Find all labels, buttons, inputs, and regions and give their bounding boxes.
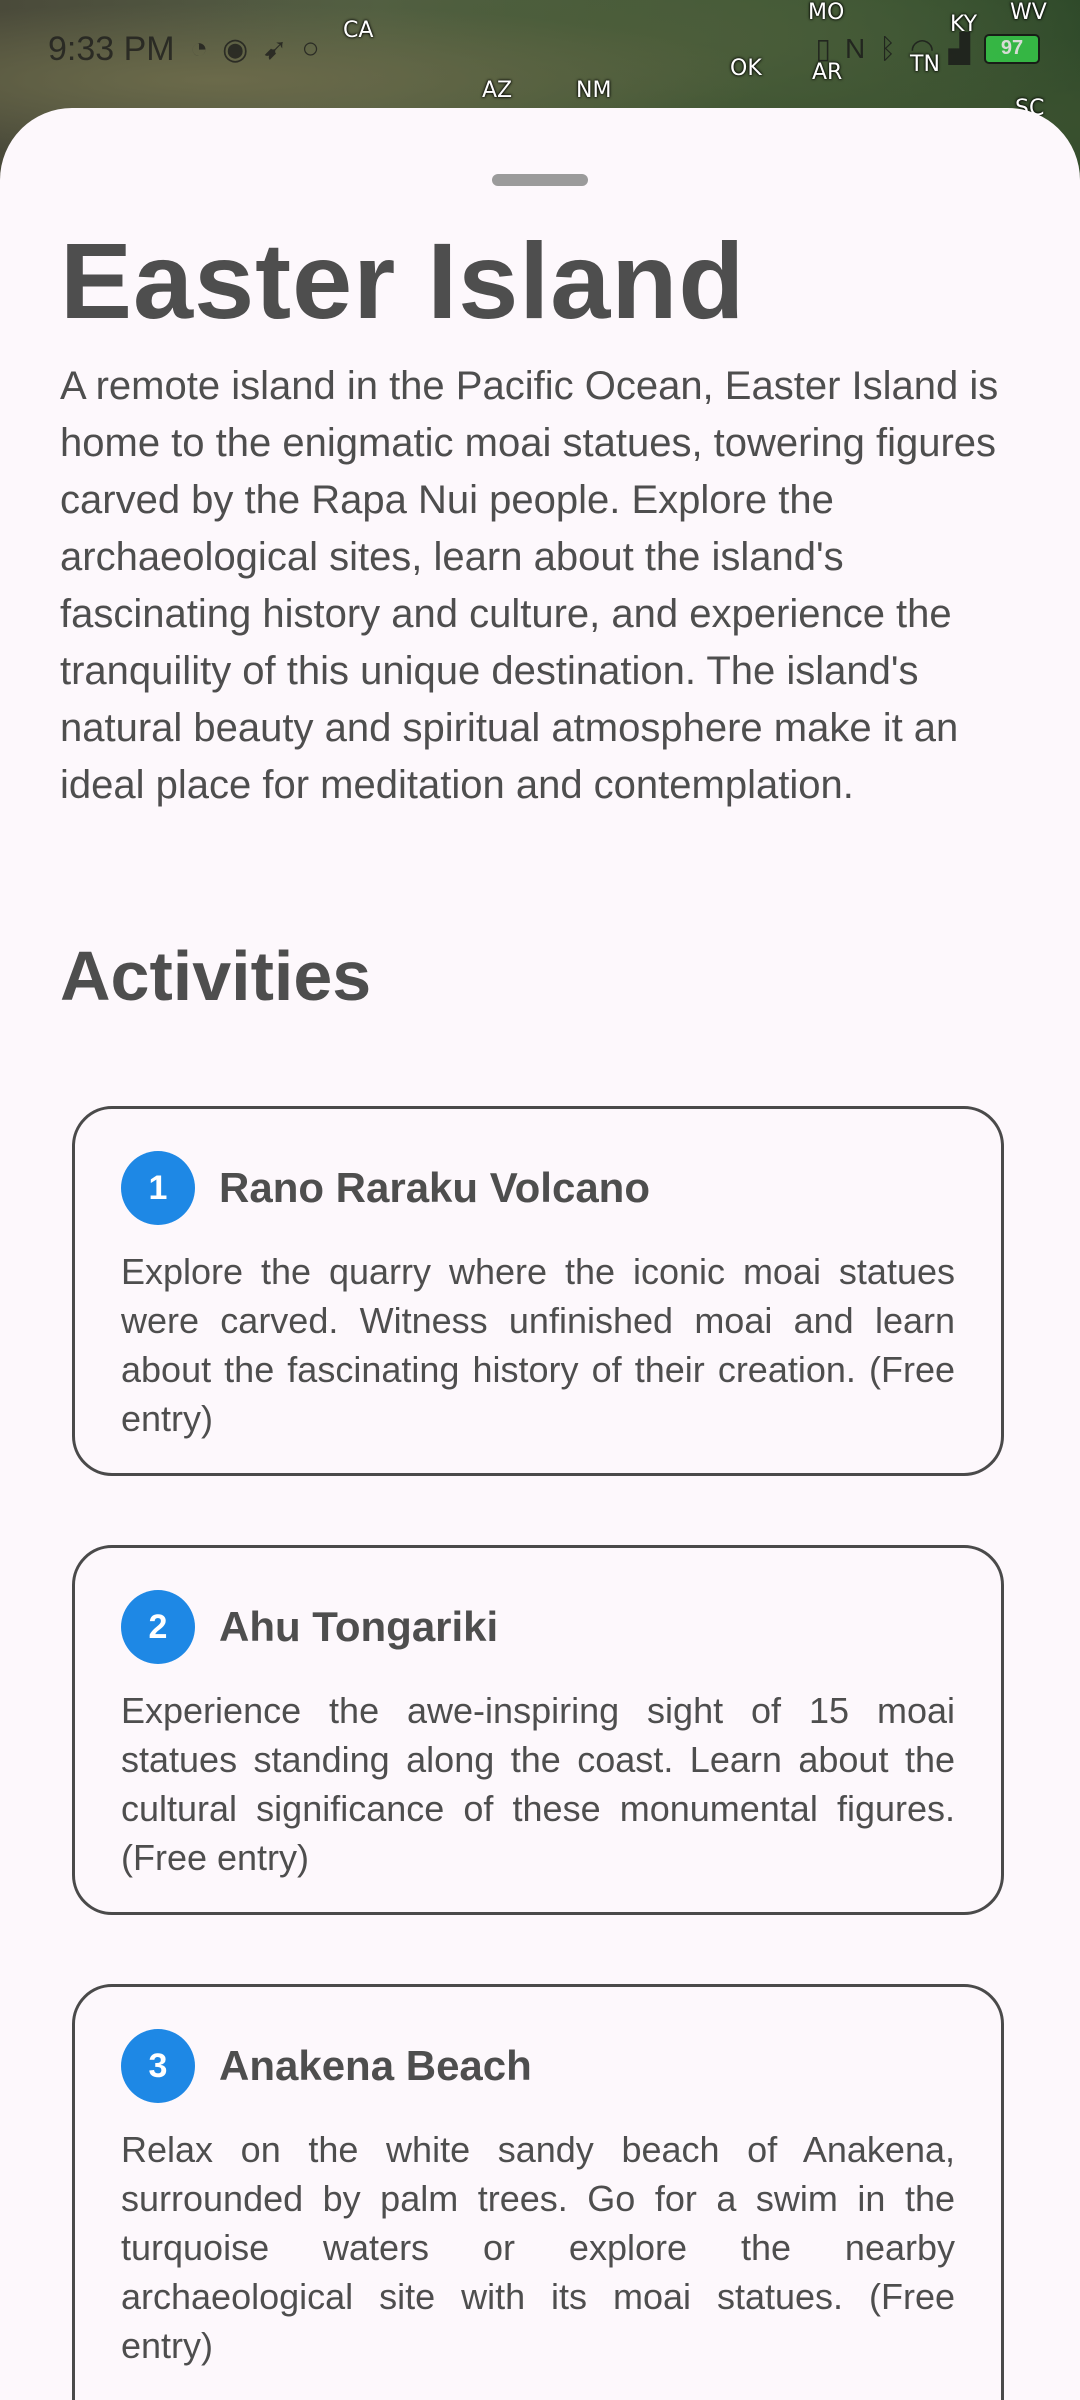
navigation-icon: ➹ [262,33,288,66]
activity-title: Rano Raraku Volcano [219,1164,650,1211]
activity-number-badge: 2 [121,1590,195,1664]
circle-notification-icon: ○ [301,32,320,65]
bluetooth-icon: ᛒ [879,32,897,64]
status-bar: 9:33 PM ◔ ◉ ➹ ○ ▯ N ᛒ ◠ ▟ 97 [0,0,1080,100]
activity-card[interactable]: 3 Anakena Beach Relax on the white sandy… [72,1984,1004,2400]
activity-card-header: 3 Anakena Beach [121,2029,955,2103]
nfc-icon: N [844,32,866,64]
signal-icon: ▟ [948,33,970,64]
activity-number-badge: 3 [121,2029,195,2103]
activity-title: Ahu Tongariki [219,1603,499,1650]
activity-description: Relax on the white sandy beach of Anaken… [121,2129,955,2366]
destination-title: Easter Island [60,220,746,341]
vibrate-icon: ▯ [815,33,831,64]
battery-icon: 97 [984,33,1040,64]
activity-card[interactable]: 1 Rano Raraku Volcano Explore the quarry… [72,1106,1004,1476]
destination-description: A remote island in the Pacific Ocean, Ea… [60,364,999,807]
activity-number-badge: 1 [121,1151,195,1225]
app-notification-icon: ◉ [222,33,249,66]
status-time: 9:33 PM [48,30,175,68]
system-icons: ▯ N ᛒ ◠ ▟ 97 [816,32,1040,65]
activities-heading: Activities [60,937,372,1015]
activity-card-header: 1 Rano Raraku Volcano [121,1151,955,1225]
activity-card-header: 2 Ahu Tongariki [121,1590,955,1664]
bottom-sheet: Easter Island A remote island in the Pac… [0,108,1080,2400]
activity-card[interactable]: 2 Ahu Tongariki Experience the awe-inspi… [72,1545,1004,1915]
whatsapp-icon: ◔ [190,32,209,65]
drag-handle[interactable] [492,174,588,186]
activity-description: Experience the awe-inspiring sight of 15… [121,1690,955,1878]
activity-description: Explore the quarry where the iconic moai… [121,1251,955,1439]
notification-icons: ◔ ◉ ➹ ○ [190,32,320,67]
activity-title: Anakena Beach [219,2042,532,2089]
wifi-icon: ◠ [910,33,935,64]
